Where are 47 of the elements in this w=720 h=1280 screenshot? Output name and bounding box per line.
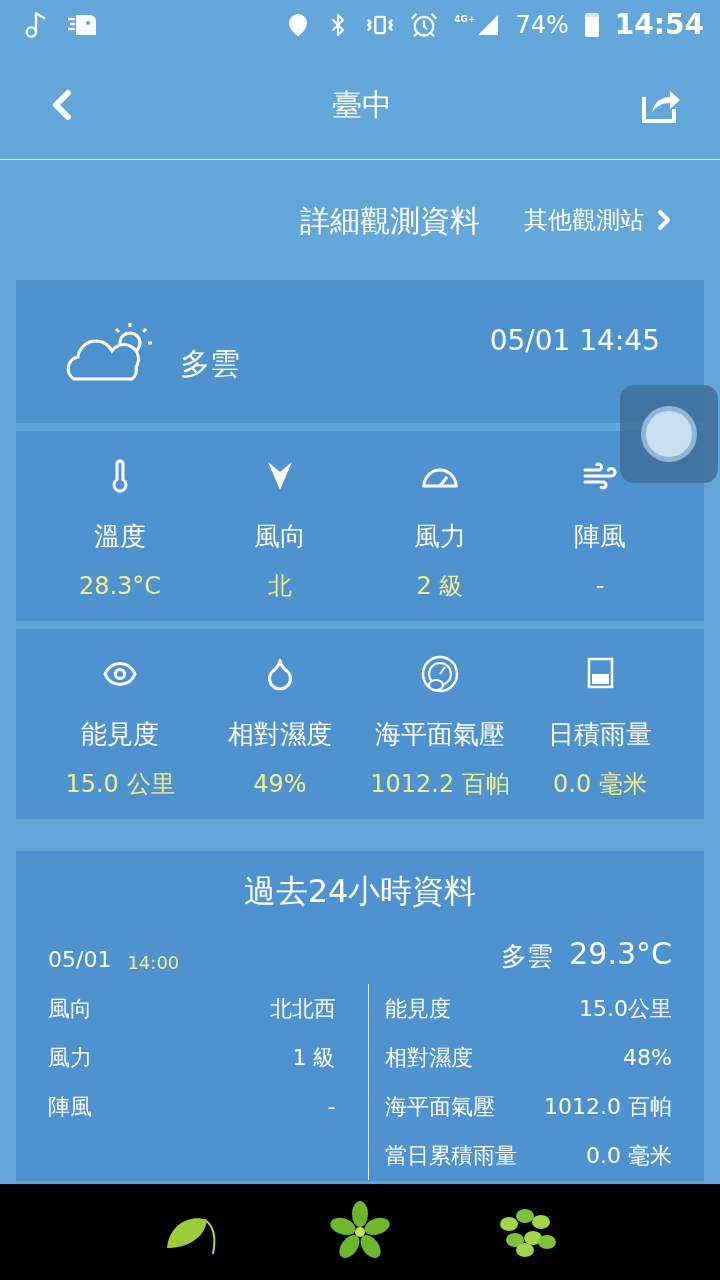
stat-label: 能見度 [81,718,159,751]
stat-value: 0.0 毫米 [553,769,647,800]
stat-label: 海平面氣壓 [375,718,505,751]
past-label: 風力 [48,1044,92,1072]
past-24h-title: 過去24小時資料 [243,871,477,912]
other-stations-link[interactable]: 其他觀測站 [524,202,680,238]
stat-label: 相對濕度 [228,718,332,751]
floating-assistive-button[interactable] [620,385,718,483]
past-time: 14:00 [127,951,180,975]
past-label: 相對濕度 [384,1044,473,1072]
stat-value: 49% [253,769,307,800]
stat-value: 北 [268,571,292,602]
past-value: 1 級 [292,1044,336,1072]
stat-value: - [595,571,605,602]
battery-percent: 74% [515,10,569,41]
stat-label: 陣風 [574,520,626,553]
stat-value: 2 級 [416,571,464,602]
stat-value: 28.3°C [78,571,162,602]
past-value: 48% [623,1044,672,1072]
network-label: 4G+ [454,13,476,26]
past-value: - [327,1093,336,1121]
stat-label: 日積雨量 [548,718,652,751]
past-label: 陣風 [48,1093,92,1121]
stat-label: 溫度 [94,520,146,553]
alarm-icon [410,11,439,39]
past-label: 風向 [48,995,92,1023]
stat-value: 1012.2 百帕 [370,769,510,800]
past-weather: 多雲 [501,940,554,973]
past-value: 1012.0 百帕 [544,1093,672,1121]
stat-label: 風力 [414,520,466,553]
barometer-icon [420,654,460,694]
past-date: 05/01 [48,946,112,974]
past-label: 海平面氣壓 [384,1093,495,1121]
past-value: 15.0公里 [579,995,672,1023]
past-value: 北北西 [269,995,336,1023]
weather-condition: 多雲 [180,345,240,383]
stat-label: 風向 [254,520,306,553]
city-title: 臺中 [332,86,392,124]
battery-icon [584,13,599,37]
clock: 14:54 [614,7,704,43]
section-title: 詳細觀測資料 [300,201,480,240]
past-label: 能見度 [384,995,451,1023]
past-label: 當日累積雨量 [384,1142,517,1170]
past-value: 0.0 毫米 [586,1142,672,1170]
past-temperature: 29.3°C [569,935,672,973]
observation-time: 05/01 14:45 [489,323,660,359]
stat-value: 15.0 公里 [65,769,175,800]
